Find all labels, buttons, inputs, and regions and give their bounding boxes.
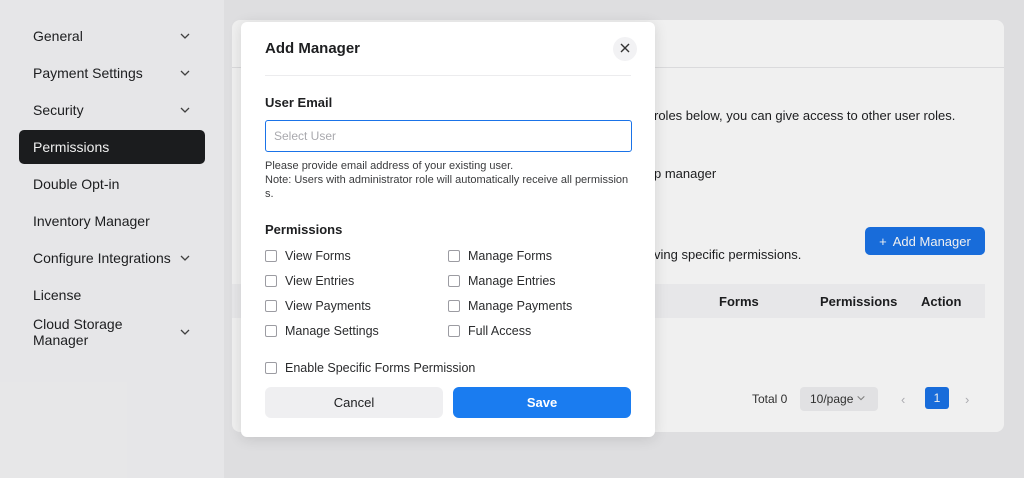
checkbox-label: Manage Entries [468, 274, 556, 288]
checkbox-label: Enable Specific Forms Permission [285, 361, 476, 375]
specific-forms-permission[interactable]: Enable Specific Forms Permission [265, 361, 475, 375]
checkbox[interactable] [265, 275, 277, 287]
permission-manage-forms[interactable]: Manage Forms [448, 249, 552, 263]
permission-manage-entries[interactable]: Manage Entries [448, 274, 556, 288]
checkbox-label: View Payments [285, 299, 371, 313]
permission-full-access[interactable]: Full Access [448, 324, 531, 338]
checkbox-label: View Forms [285, 249, 351, 263]
checkbox-label: Manage Payments [468, 299, 573, 313]
cancel-button[interactable]: Cancel [265, 387, 443, 418]
checkbox[interactable] [448, 275, 460, 287]
help-line: s. [265, 188, 274, 200]
permission-manage-payments[interactable]: Manage Payments [448, 299, 572, 313]
email-help-text: Please provide email address of your exi… [265, 159, 635, 201]
checkbox-label: Manage Forms [468, 249, 553, 263]
checkbox[interactable] [265, 362, 277, 374]
save-button[interactable]: Save [453, 387, 631, 418]
dialog-title: Add Manager [265, 40, 361, 57]
permission-view-payments[interactable]: View Payments [265, 299, 371, 313]
permission-manage-settings[interactable]: Manage Settings [265, 324, 379, 338]
user-email-select[interactable] [265, 120, 632, 152]
checkbox-label: Manage Settings [285, 324, 379, 338]
permission-view-forms[interactable]: View Forms [265, 249, 351, 263]
permissions-label: Permissions [265, 222, 343, 237]
checkbox[interactable] [448, 325, 460, 337]
help-line: Please provide email address of your exi… [265, 160, 514, 172]
add-manager-dialog: Add Manager User Email Please provide em… [241, 22, 655, 437]
help-line: Note: Users with administrator role will… [265, 174, 629, 186]
checkbox-label: View Entries [285, 274, 355, 288]
checkbox[interactable] [448, 250, 460, 262]
dialog-divider [265, 75, 631, 76]
checkbox[interactable] [265, 325, 277, 337]
checkbox[interactable] [265, 300, 277, 312]
checkbox-label: Full Access [468, 324, 532, 338]
close-button[interactable] [613, 37, 637, 61]
close-icon [620, 40, 630, 58]
checkbox[interactable] [448, 300, 460, 312]
checkbox[interactable] [265, 250, 277, 262]
user-email-label: User Email [265, 95, 333, 110]
permission-view-entries[interactable]: View Entries [265, 274, 354, 288]
